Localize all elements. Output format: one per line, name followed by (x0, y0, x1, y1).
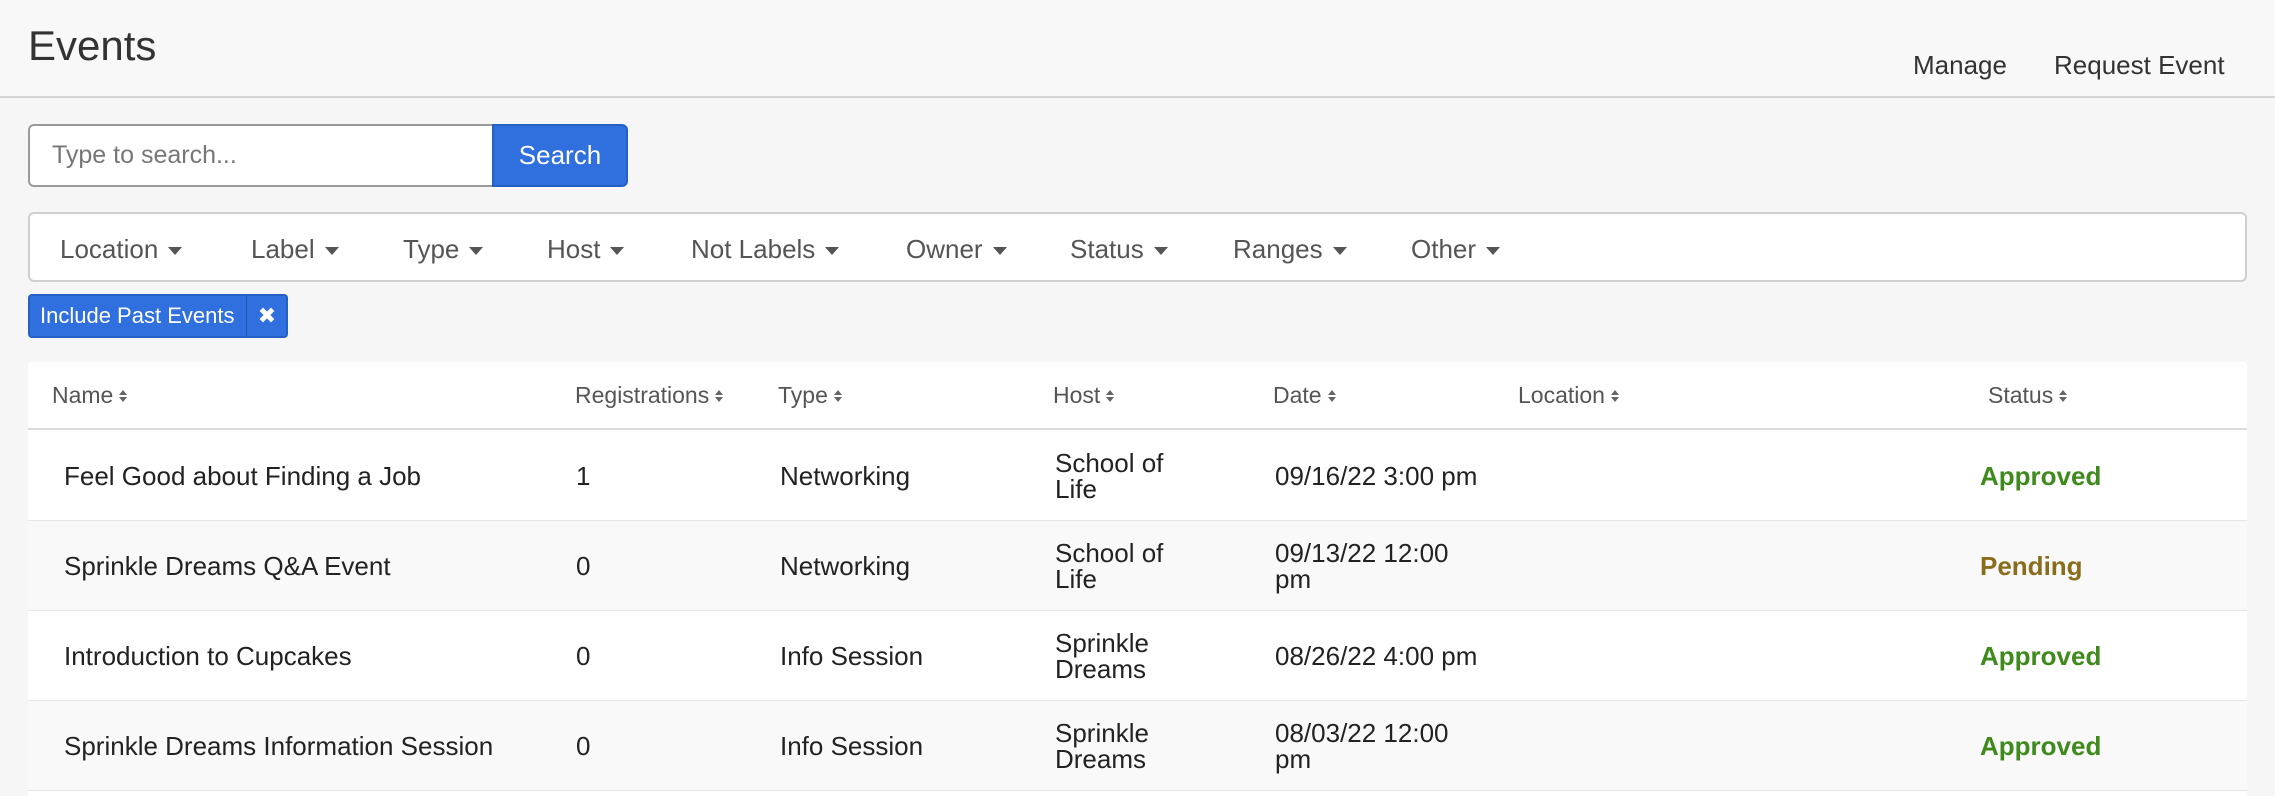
column-header-registrations[interactable]: Registrations (575, 382, 724, 409)
event-name[interactable]: Sprinkle Dreams Q&A Event (64, 553, 391, 579)
event-registrations: 0 (576, 640, 591, 671)
times-icon[interactable]: ✖ (246, 296, 286, 336)
event-date: 09/16/22 3:00 pm (1275, 460, 1478, 491)
column-label: Status (1988, 382, 2054, 408)
search-button[interactable]: Search (492, 124, 628, 187)
active-filter-chip: Include Past Events ✖ (28, 294, 289, 338)
event-registrations: 1 (576, 460, 591, 491)
event-type: Networking (780, 550, 911, 581)
column-header-date[interactable]: Date (1273, 382, 1336, 409)
sort-icon (833, 389, 842, 402)
column-label: Location (1518, 382, 1605, 408)
table-row[interactable]: Feel Good about Finding a Job 1 Networki… (28, 431, 2247, 521)
table-row[interactable]: Introduction to Cupcakes 0 Info Session … (28, 611, 2247, 701)
event-host: School of Life (1055, 447, 1164, 504)
event-type: Networking (780, 460, 911, 491)
search-input[interactable] (28, 124, 493, 187)
status-badge: Approved (1980, 460, 2102, 491)
filter-label: Type (403, 234, 460, 264)
filter-label[interactable]: Label (251, 234, 339, 265)
caret-down-icon (1153, 247, 1168, 255)
event-date: 08/03/22 12:00 pm (1275, 717, 1449, 774)
filter-label: Status (1070, 234, 1144, 264)
event-host: Sprinkle Dreams (1055, 627, 1149, 684)
filter-bar: Location Label Type Host Not Labels Owne… (28, 212, 2247, 282)
sort-icon (1327, 389, 1336, 402)
sort-icon (715, 389, 724, 402)
caret-down-icon (610, 247, 625, 255)
caret-down-icon (469, 247, 484, 255)
caret-down-icon (324, 247, 339, 255)
column-header-name[interactable]: Name (52, 382, 128, 409)
active-filter-label: Include Past Events (40, 303, 235, 328)
event-name[interactable]: Sprinkle Dreams Information Session (64, 733, 493, 759)
filter-location[interactable]: Location (60, 234, 183, 265)
event-host: Sprinkle Dreams (1055, 717, 1149, 774)
status-badge: Pending (1980, 550, 2083, 581)
filter-host[interactable]: Host (547, 234, 625, 265)
filter-type[interactable]: Type (403, 234, 484, 265)
event-registrations: 0 (576, 730, 591, 761)
sort-icon (1106, 389, 1115, 402)
filter-status[interactable]: Status (1070, 234, 1168, 265)
event-name[interactable]: Feel Good about Finding a Job (64, 463, 421, 489)
column-label: Host (1053, 382, 1101, 408)
filter-owner[interactable]: Owner (906, 234, 1007, 265)
filter-label: Label (251, 234, 315, 264)
page-header: Events Manage Request Event (0, 0, 2275, 98)
filter-label: Not Labels (691, 234, 816, 264)
status-badge: Approved (1980, 730, 2102, 761)
request-event-link[interactable]: Request Event (2054, 50, 2225, 81)
column-label: Type (778, 382, 828, 408)
event-date: 09/13/22 12:00 pm (1275, 537, 1449, 594)
sort-icon (2059, 389, 2068, 402)
status-badge: Approved (1980, 640, 2102, 671)
page-title: Events (28, 22, 157, 69)
filter-label: Ranges (1233, 234, 1323, 264)
column-header-status[interactable]: Status (1988, 382, 2068, 409)
column-label: Date (1273, 382, 1322, 408)
filter-label: Host (547, 234, 601, 264)
column-header-type[interactable]: Type (778, 382, 842, 409)
filter-ranges[interactable]: Ranges (1233, 234, 1347, 265)
caret-down-icon (1486, 247, 1501, 255)
caret-down-icon (1332, 247, 1347, 255)
filter-other[interactable]: Other (1411, 234, 1501, 265)
table-row[interactable]: Sprinkle Dreams Q&A Event 0 Networking S… (28, 521, 2247, 611)
sort-icon (119, 389, 128, 402)
events-table: Name Registrations Type Host Date Locati… (28, 362, 2247, 796)
event-type: Info Session (780, 640, 924, 671)
filter-label: Other (1411, 234, 1477, 264)
event-name[interactable]: Introduction to Cupcakes (64, 643, 352, 669)
event-host: School of Life (1055, 537, 1164, 594)
filter-not-labels[interactable]: Not Labels (691, 234, 840, 265)
filter-label: Location (60, 234, 159, 264)
manage-link[interactable]: Manage (1913, 50, 2007, 81)
table-header: Name Registrations Type Host Date Locati… (28, 362, 2247, 430)
column-label: Name (52, 382, 114, 408)
filter-label: Owner (906, 234, 983, 264)
column-label: Registrations (575, 382, 710, 408)
sort-icon (1610, 389, 1619, 402)
caret-down-icon (992, 247, 1007, 255)
caret-down-icon (168, 247, 183, 255)
caret-down-icon (825, 247, 840, 255)
column-header-host[interactable]: Host (1053, 382, 1115, 409)
column-header-location[interactable]: Location (1518, 382, 1619, 409)
event-date: 08/26/22 4:00 pm (1275, 640, 1478, 671)
table-row[interactable]: Sprinkle Dreams Information Session 0 In… (28, 701, 2247, 791)
event-registrations: 0 (576, 550, 591, 581)
event-type: Info Session (780, 730, 924, 761)
